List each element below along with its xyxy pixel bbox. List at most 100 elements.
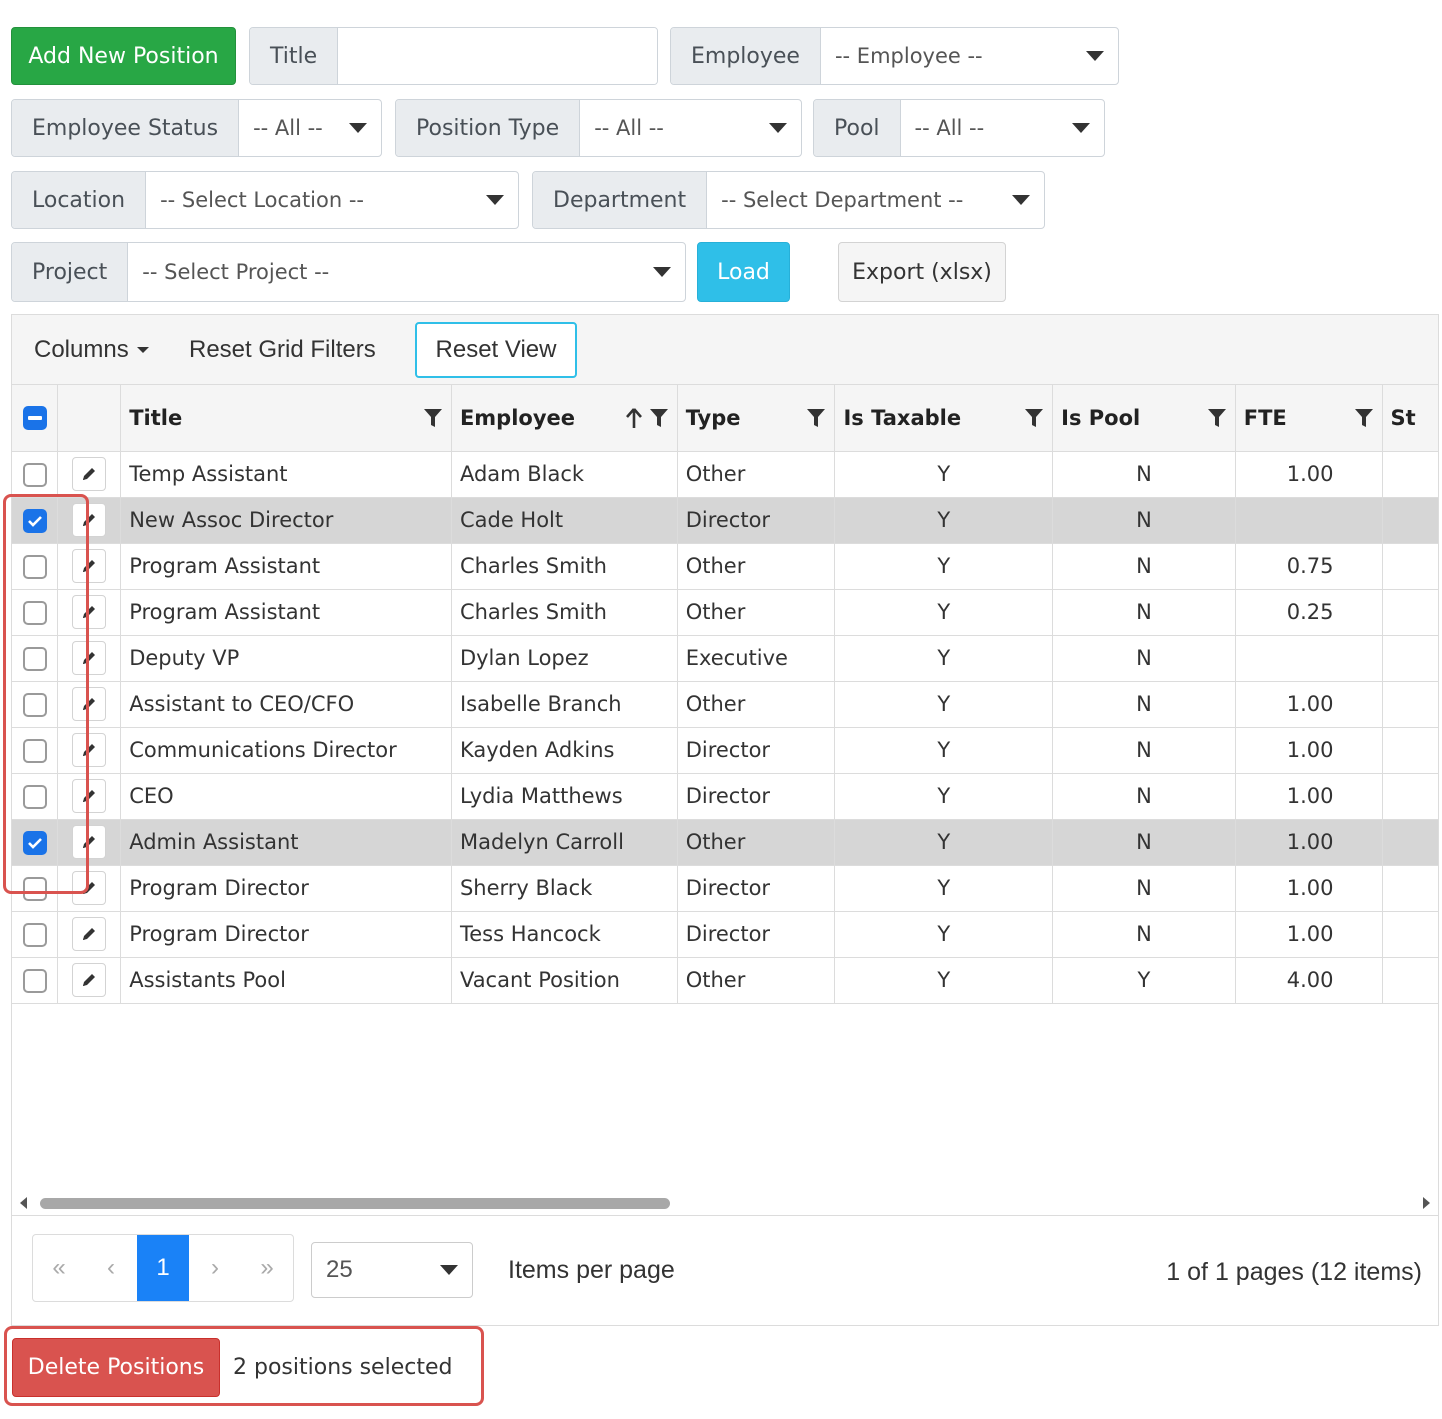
next-page-button[interactable]: › bbox=[189, 1235, 241, 1301]
cell-is-taxable: Y bbox=[834, 589, 1054, 636]
scrollbar-thumb[interactable] bbox=[40, 1198, 670, 1209]
table-row[interactable]: New Assoc Director Cade Holt Director Y N bbox=[12, 497, 1438, 544]
table-row[interactable]: Program Assistant Charles Smith Other Y N 0.2… bbox=[12, 589, 1438, 636]
employee-status-value: -- All -- bbox=[253, 116, 323, 140]
table-row[interactable]: Assistants Pool Vacant Position Other Y Y 4.0… bbox=[12, 957, 1438, 1004]
table-row[interactable]: Admin Assistant Madelyn Carroll Other Y N 1.0… bbox=[12, 819, 1438, 866]
scroll-right-icon[interactable] bbox=[1422, 1196, 1432, 1210]
department-select[interactable]: -- Select Department -- bbox=[707, 172, 1044, 228]
row-select-cell bbox=[12, 957, 59, 1004]
row-checkbox[interactable] bbox=[22, 922, 47, 947]
table-row[interactable]: Program Assistant Charles Smith Other Y N 0.7… bbox=[12, 543, 1438, 590]
cell-type: Other bbox=[677, 957, 836, 1004]
table-row[interactable]: Program Director Sherry Black Director Y N 1.… bbox=[12, 865, 1438, 912]
scroll-left-icon[interactable] bbox=[18, 1196, 28, 1210]
table-row[interactable]: Deputy VP Dylan Lopez Executive Y N bbox=[12, 635, 1438, 682]
filter-icon[interactable] bbox=[423, 407, 443, 429]
filter-icon[interactable] bbox=[806, 407, 826, 429]
table-header-row: Title Employee Type Is Taxable Is Pool F… bbox=[12, 385, 1438, 452]
column-header-type[interactable]: Type bbox=[677, 385, 836, 452]
cell-type: Director bbox=[677, 773, 836, 820]
last-page-button[interactable]: » bbox=[241, 1235, 293, 1301]
row-checkbox[interactable] bbox=[22, 968, 47, 993]
page-size-select[interactable]: 25 bbox=[311, 1242, 473, 1298]
employee-select[interactable]: -- Employee -- bbox=[821, 28, 1118, 84]
export-xlsx-button[interactable]: Export (xlsx) bbox=[838, 242, 1006, 302]
pool-select[interactable]: -- All -- bbox=[901, 100, 1104, 156]
pager-info: 1 of 1 pages (12 items) bbox=[1166, 1257, 1422, 1286]
delete-positions-button[interactable]: Delete Positions bbox=[12, 1338, 220, 1397]
employee-select-value: -- Employee -- bbox=[834, 44, 983, 68]
column-header-title[interactable]: Title bbox=[120, 385, 452, 452]
cell-type: Director bbox=[677, 727, 836, 774]
row-checkbox[interactable] bbox=[22, 462, 47, 487]
cell-is-taxable: Y bbox=[834, 451, 1054, 498]
edit-button[interactable] bbox=[72, 457, 107, 491]
chevron-down-icon bbox=[136, 347, 149, 353]
row-select-cell bbox=[12, 451, 59, 498]
column-header-employee[interactable]: Employee bbox=[451, 385, 678, 452]
edit-column-header bbox=[57, 385, 122, 452]
cell-is-taxable: Y bbox=[834, 681, 1054, 728]
department-value: -- Select Department -- bbox=[721, 188, 964, 212]
edit-button[interactable] bbox=[72, 917, 107, 951]
position-type-value: -- All -- bbox=[594, 116, 664, 140]
column-header-fte[interactable]: FTE bbox=[1235, 385, 1383, 452]
reset-grid-filters-button[interactable]: Reset Grid Filters bbox=[189, 315, 376, 385]
title-input[interactable] bbox=[338, 28, 657, 84]
cell-type: Other bbox=[677, 589, 836, 636]
column-fte-label: FTE bbox=[1243, 405, 1287, 430]
project-select[interactable]: -- Select Project -- bbox=[128, 243, 685, 301]
select-all-checkbox[interactable] bbox=[22, 406, 47, 431]
cell-status bbox=[1382, 543, 1438, 590]
position-type-select[interactable]: -- All -- bbox=[580, 100, 801, 156]
checkbox-column-highlight bbox=[3, 494, 89, 894]
cell-status bbox=[1382, 773, 1438, 820]
cell-is-pool: N bbox=[1052, 773, 1236, 820]
table-row[interactable]: Temp Assistant Adam Black Other Y N 1.00 bbox=[12, 451, 1438, 498]
filter-icon[interactable] bbox=[649, 407, 669, 429]
cell-employee: Tess Hancock bbox=[451, 911, 678, 958]
table-row[interactable]: Assistant to CEO/CFO Isabelle Branch Other… bbox=[12, 681, 1438, 728]
page-1-button[interactable]: 1 bbox=[137, 1235, 189, 1301]
column-header-is-pool[interactable]: Is Pool bbox=[1052, 385, 1236, 452]
reset-view-button[interactable]: Reset View bbox=[415, 322, 577, 378]
cell-employee: Kayden Adkins bbox=[451, 727, 678, 774]
positions-table: Title Employee Type Is Taxable Is Pool F… bbox=[12, 385, 1438, 1004]
filter-icon[interactable] bbox=[1207, 407, 1227, 429]
filter-icon[interactable] bbox=[1354, 407, 1374, 429]
first-page-button[interactable]: « bbox=[33, 1235, 85, 1301]
cell-is-taxable: Y bbox=[834, 635, 1054, 682]
table-row[interactable]: Program Director Tess Hancock Director Y N 1.… bbox=[12, 911, 1438, 958]
position-type-filter: Position Type -- All -- bbox=[395, 99, 802, 157]
project-filter: Project -- Select Project -- bbox=[11, 242, 686, 302]
column-title-label: Title bbox=[129, 405, 183, 430]
cell-fte bbox=[1235, 497, 1383, 544]
columns-menu-button[interactable]: Columns bbox=[34, 315, 149, 385]
table-row[interactable]: CEO Lydia Matthews Director Y N 1.00 bbox=[12, 773, 1438, 820]
load-button[interactable]: Load bbox=[697, 242, 790, 302]
horizontal-scrollbar[interactable] bbox=[12, 1191, 1438, 1215]
cell-status bbox=[1382, 957, 1438, 1004]
cell-type: Director bbox=[677, 911, 836, 958]
cell-is-taxable: Y bbox=[834, 911, 1054, 958]
edit-button[interactable] bbox=[72, 963, 107, 997]
location-value: -- Select Location -- bbox=[160, 188, 365, 212]
location-select[interactable]: -- Select Location -- bbox=[146, 172, 518, 228]
cell-is-taxable: Y bbox=[834, 543, 1054, 590]
pool-filter: Pool -- All -- bbox=[813, 99, 1105, 157]
sort-ascending-icon[interactable] bbox=[625, 407, 643, 429]
add-new-position-button[interactable]: Add New Position bbox=[11, 27, 236, 85]
column-header-status[interactable]: St bbox=[1382, 385, 1438, 452]
filter-icon[interactable] bbox=[1024, 407, 1044, 429]
prev-page-button[interactable]: ‹ bbox=[85, 1235, 137, 1301]
cell-status bbox=[1382, 497, 1438, 544]
cell-status bbox=[1382, 865, 1438, 912]
employee-status-select[interactable]: -- All -- bbox=[239, 100, 381, 156]
cell-status bbox=[1382, 589, 1438, 636]
cell-is-taxable: Y bbox=[834, 865, 1054, 912]
column-header-is-taxable[interactable]: Is Taxable bbox=[834, 385, 1054, 452]
cell-title: New Assoc Director bbox=[120, 497, 452, 544]
table-row[interactable]: Communications Director Kayden Adkins Dire… bbox=[12, 727, 1438, 774]
cell-employee: Sherry Black bbox=[451, 865, 678, 912]
